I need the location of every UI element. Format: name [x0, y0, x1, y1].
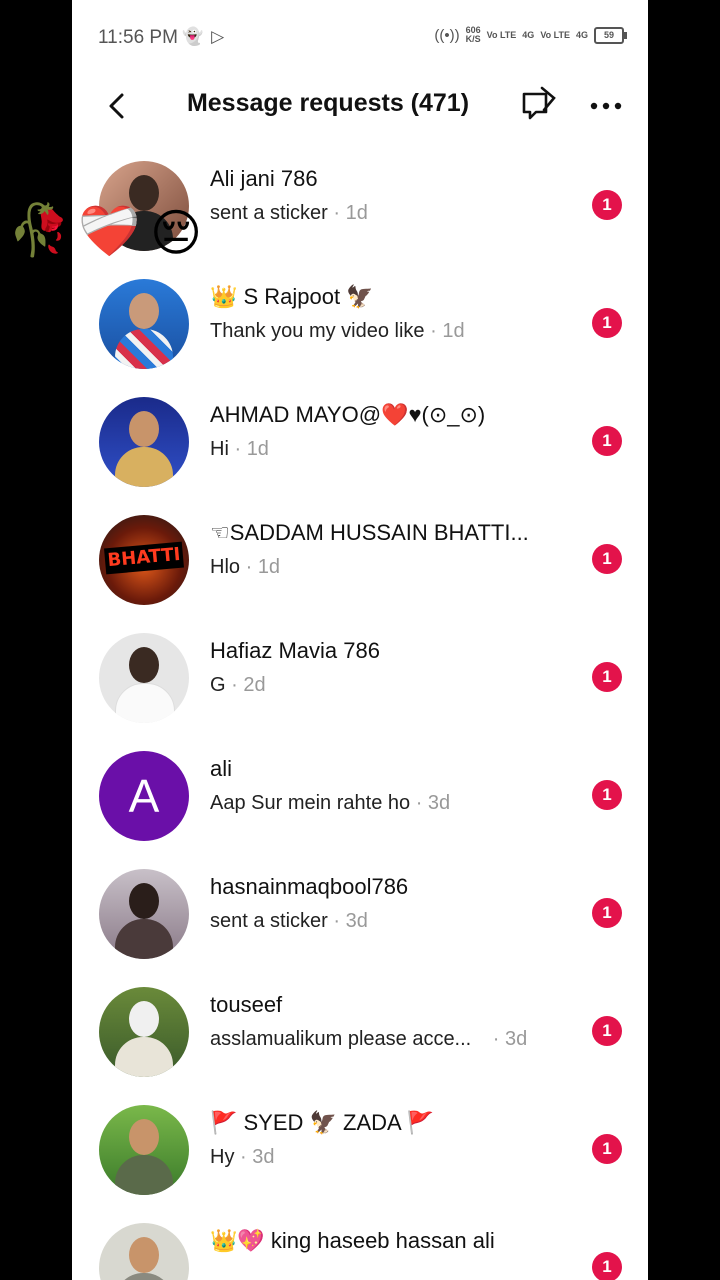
request-preview: Hi · 1d	[210, 438, 269, 460]
request-row[interactable]: 👑💖 king haseeb hassan ali 1	[72, 1212, 648, 1280]
avatar	[99, 1223, 189, 1280]
request-row[interactable]: hasnainmaqbool786 sent a sticker · 3d 1	[72, 858, 648, 976]
request-preview: G · 2d	[210, 674, 266, 696]
request-name: 👑💖 king haseeb hassan ali	[210, 1228, 495, 1253]
request-row[interactable]: A ali Aap Sur mein rahte ho · 3d 1	[72, 740, 648, 858]
request-preview: asslamualikum please acce... · 3d	[210, 1028, 528, 1050]
hotspot-icon: ((•))	[434, 26, 460, 44]
request-name: ali	[210, 756, 233, 781]
header: Message requests (471)	[72, 76, 648, 136]
avatar-text: BHATTI	[104, 541, 184, 575]
unread-badge: 1	[592, 780, 622, 810]
wilted-rose-sticker: 🥀	[8, 202, 71, 258]
request-row[interactable]: Hafiaz Mavia 786 G · 2d 1	[72, 622, 648, 740]
request-preview: sent a sticker · 3d	[210, 910, 368, 932]
request-name: 👑 S Rajpoot 🦅	[210, 284, 374, 309]
status-bar: 11:56 PM 👻 ▷ ((•)) 606 K/S Vo LTE 4G Vo L…	[72, 0, 648, 76]
heart-sticker: ❤️‍🩹	[78, 203, 141, 259]
request-preview: Aap Sur mein rahte ho · 3d	[210, 792, 451, 814]
battery-icon: 59	[594, 26, 627, 44]
pensive-face-sticker: 😔	[150, 205, 203, 261]
request-row[interactable]: 🚩 SYED 🦅 ZADA 🚩 Hy · 3d 1	[72, 1094, 648, 1212]
avatar	[99, 633, 189, 723]
unread-badge: 1	[592, 1134, 622, 1164]
request-preview: sent a sticker · 1d	[210, 202, 368, 224]
avatar	[99, 869, 189, 959]
status-right-icons: ((•)) 606 K/S Vo LTE 4G Vo LTE 4G 59	[434, 25, 627, 44]
sim2-volte: Vo LTE	[540, 29, 570, 40]
request-row[interactable]: AHMAD MAYO@❤️♥(⊙_⊙) Hi · 1d 1	[72, 386, 648, 504]
unread-badge: 1	[592, 1252, 622, 1280]
request-preview: Hy · 3d	[210, 1146, 275, 1168]
clear-requests-icon[interactable]	[518, 84, 562, 128]
request-row[interactable]: 👑 S Rajpoot 🦅 Thank you my video like · …	[72, 268, 648, 386]
request-name: Ali jani 786	[210, 166, 318, 191]
unread-badge: 1	[592, 308, 622, 338]
snapchat-icon: 👻	[182, 27, 204, 46]
play-icon: ▷	[211, 27, 225, 46]
request-name: AHMAD MAYO@❤️♥(⊙_⊙)	[210, 402, 486, 427]
avatar: BHATTI	[99, 515, 189, 605]
unread-badge: 1	[592, 898, 622, 928]
unread-badge: 1	[592, 190, 622, 220]
sim2-signal: 4G	[575, 29, 588, 40]
unread-badge: 1	[592, 662, 622, 692]
sim1-volte: Vo LTE	[486, 29, 517, 40]
request-name: 🚩 SYED 🦅 ZADA 🚩	[210, 1110, 434, 1135]
avatar	[99, 397, 189, 487]
phone-screen: 11:56 PM 👻 ▷ ((•)) 606 K/S Vo LTE 4G Vo L…	[72, 0, 648, 1280]
status-notification-icons: 👻 ▷	[182, 27, 224, 47]
sim1-signal: 4G	[522, 29, 535, 40]
request-name: hasnainmaqbool786	[210, 874, 409, 899]
more-options-icon[interactable]	[586, 88, 626, 124]
unread-badge: 1	[592, 1016, 622, 1046]
avatar	[99, 987, 189, 1077]
status-time: 11:56 PM	[98, 27, 178, 48]
page-title: Message requests (471)	[186, 89, 470, 117]
net-speed: 606 K/S	[465, 25, 481, 44]
request-preview: Thank you my video like · 1d	[210, 320, 465, 342]
unread-badge: 1	[592, 544, 622, 574]
request-name: ☜SADDAM HUSSAIN BHATTI...	[210, 520, 529, 545]
avatar	[99, 279, 189, 369]
request-name: Hafiaz Mavia 786	[210, 638, 380, 663]
request-preview: Hlo · 1d	[210, 556, 281, 578]
request-row[interactable]: BHATTI ☜SADDAM HUSSAIN BHATTI... Hlo · 1…	[72, 504, 648, 622]
letter-avatar: A	[99, 751, 189, 841]
request-row[interactable]: touseef asslamualikum please acce... · 3…	[72, 976, 648, 1094]
request-name: touseef	[210, 992, 283, 1017]
unread-badge: 1	[592, 426, 622, 456]
avatar	[99, 1105, 189, 1195]
